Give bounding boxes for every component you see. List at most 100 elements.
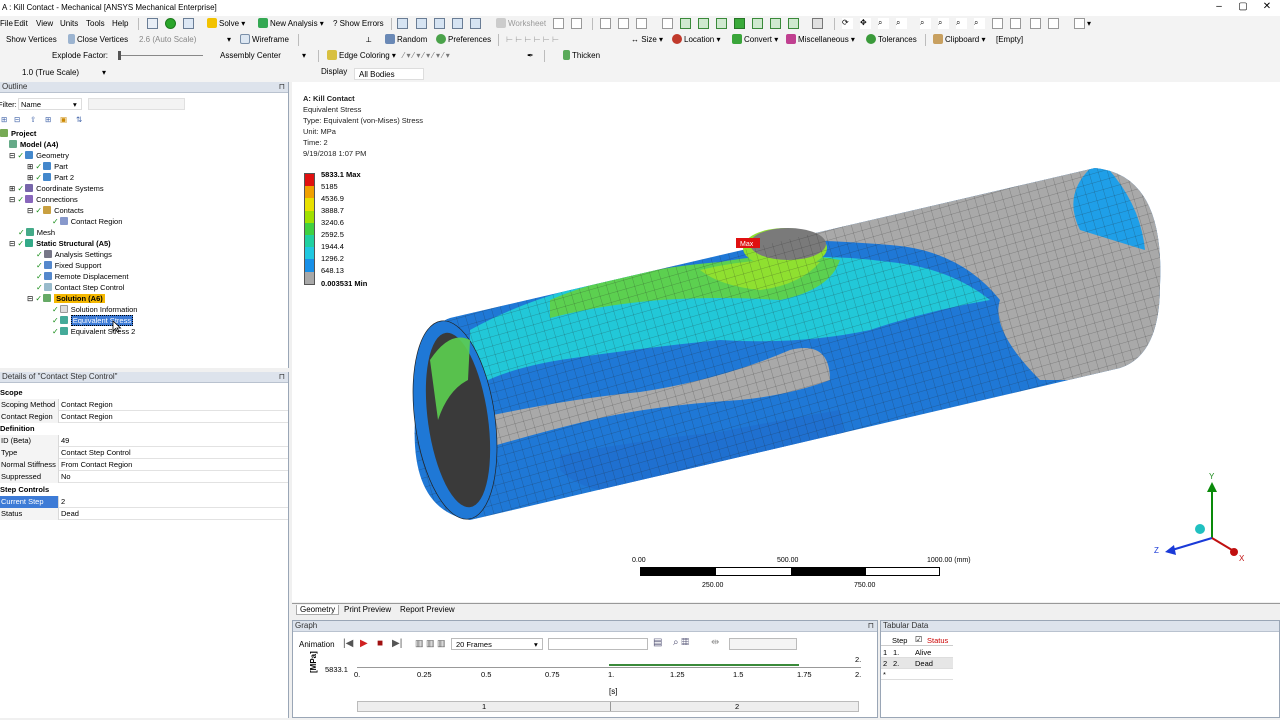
details-row-current-step[interactable]: Current Step 2 <box>0 496 288 508</box>
tree-solution[interactable]: ⊟ ✓ Solution (A6) <box>27 294 105 304</box>
clipboard-button[interactable]: Clipboard ▾ <box>933 34 986 46</box>
wireframe-button[interactable]: Wireframe <box>240 34 289 46</box>
display-mode-icon[interactable] <box>812 18 823 29</box>
menu-edit[interactable]: Edit <box>14 18 28 30</box>
tree-connections[interactable]: ⊟ ✓ Connections <box>9 195 78 205</box>
assembly-center-select[interactable]: Assembly Center <box>220 50 281 62</box>
tree-part-2[interactable]: ⊞ ✓ Part 2 <box>27 173 74 183</box>
tree-mesh[interactable]: ✓ Mesh <box>18 228 55 238</box>
image-icon[interactable] <box>470 18 481 29</box>
details-row-status[interactable]: Status Dead <box>0 508 288 520</box>
tree-equivalent-stress-2[interactable]: ✓ Equivalent Stress 2 <box>52 327 135 337</box>
tabular-row[interactable]: 2 2. Dead <box>881 658 953 669</box>
sheet-icon[interactable] <box>452 18 463 29</box>
label-icon[interactable] <box>434 18 445 29</box>
rewind-icon[interactable]: |◀ <box>343 638 353 649</box>
col-step[interactable]: Step <box>892 636 907 645</box>
rotate-icon[interactable]: ⟳ <box>842 18 853 29</box>
close-button[interactable]: ✕ <box>1256 1 1278 14</box>
random-button[interactable]: Random <box>385 34 427 46</box>
grid-icon[interactable] <box>183 18 194 29</box>
tree-project[interactable]: Project <box>0 129 36 139</box>
viewports-dropdown[interactable]: ▾ <box>1087 18 1091 30</box>
tree-coordinate-systems[interactable]: ⊞ ✓ Coordinate Systems <box>9 184 104 194</box>
edge-coloring-button[interactable]: Edge Coloring ▾ <box>327 50 396 62</box>
details-section-definition[interactable]: Definition <box>0 423 288 435</box>
connected-icon[interactable] <box>770 18 781 29</box>
location-button[interactable]: Location ▾ <box>672 34 721 46</box>
layout-icon[interactable] <box>1048 18 1059 29</box>
magnifier-icon[interactable]: ⌕ <box>956 18 967 29</box>
show-vertices-button[interactable]: Show Vertices <box>6 34 57 46</box>
thicken-button[interactable]: Thicken <box>563 50 600 62</box>
viewports-icon[interactable] <box>1074 18 1085 29</box>
menu-file[interactable]: File <box>0 18 13 30</box>
tolerances-button[interactable]: Tolerances <box>866 34 917 46</box>
tube-model[interactable]: Max <box>292 82 1280 602</box>
adjacent-icon[interactable] <box>752 18 763 29</box>
stop-icon[interactable]: ■ <box>377 638 383 649</box>
tree-model[interactable]: Model (A4) <box>9 140 58 150</box>
details-section-scope[interactable]: Scope <box>0 387 288 399</box>
explode-slider-thumb[interactable] <box>118 51 121 60</box>
axis-icon[interactable]: ⟂ <box>366 34 371 46</box>
step-bar[interactable]: 1 2 <box>357 701 859 712</box>
size-button[interactable]: ↔ Size ▾ <box>631 34 663 46</box>
vertex-select-icon[interactable] <box>618 18 629 29</box>
extend-icon[interactable] <box>698 18 709 29</box>
group-icon[interactable] <box>788 18 799 29</box>
tree-analysis-settings[interactable]: ✓ Analysis Settings <box>36 250 112 260</box>
select-mode-icon[interactable] <box>600 18 611 29</box>
zoom-graph-icon[interactable]: ⌕ ▦ <box>673 637 689 648</box>
maximize-button[interactable]: ▢ <box>1232 1 1254 14</box>
tabular-new-row[interactable]: * <box>881 669 953 680</box>
zoom-box-icon[interactable]: ⌕ <box>896 18 907 29</box>
tree-static-structural[interactable]: ⊟ ✓ Static Structural (A5) <box>9 239 111 249</box>
graph-slider-field[interactable] <box>729 638 797 650</box>
new-analysis-button[interactable]: New Analysis ▾ <box>258 18 324 30</box>
tab-report-preview[interactable]: Report Preview <box>400 605 455 614</box>
next-view-icon[interactable] <box>992 18 1003 29</box>
tab-print-preview[interactable]: Print Preview <box>344 605 391 614</box>
probe-icon[interactable] <box>416 18 427 29</box>
scale-select[interactable]: 1.0 (True Scale) <box>22 67 79 79</box>
tree-contact-step-control[interactable]: ✓ Contact Step Control <box>36 283 124 293</box>
tabular-row[interactable]: 1 1. Alive <box>881 647 953 658</box>
pointer-icon[interactable] <box>553 18 564 29</box>
details-row[interactable]: Scoping Method Contact Region <box>0 399 288 411</box>
scale-dropdown[interactable]: ▾ <box>102 67 106 79</box>
tree-contact-region[interactable]: ✓ Contact Region <box>52 217 122 227</box>
filter-select[interactable]: Name ▾ <box>18 98 82 110</box>
sort-icon[interactable]: ⇅ <box>76 115 82 125</box>
auto-scale-field[interactable]: 2.6 (Auto Scale) <box>139 34 196 46</box>
tab-geometry[interactable]: Geometry <box>296 605 340 615</box>
menu-units[interactable]: Units <box>60 18 78 30</box>
details-section-step-controls[interactable]: Step Controls <box>0 484 288 496</box>
minimize-button[interactable]: – <box>1208 1 1230 14</box>
check-icon[interactable] <box>165 18 176 29</box>
pan-icon[interactable]: ✥ <box>860 18 871 29</box>
frames-icon[interactable]: ▥ ▥ ▥ <box>415 638 446 649</box>
tree-up-icon[interactable]: ⇧ <box>30 115 36 125</box>
preferences-button[interactable]: Preferences <box>436 34 491 46</box>
export-icon[interactable]: ▤ <box>653 637 662 648</box>
menu-tools[interactable]: Tools <box>86 18 105 30</box>
zoom-fit-icon[interactable]: ⌕ <box>920 18 931 29</box>
expand-icon[interactable] <box>716 18 727 29</box>
status-checkbox-icon[interactable]: ☑ <box>915 635 922 644</box>
expand-tree-icon[interactable]: ⊞ <box>1 115 7 125</box>
frames-select[interactable]: 20 Frames ▾ <box>451 638 543 650</box>
convert-button[interactable]: Convert ▾ <box>732 34 778 46</box>
solve-button[interactable]: Solve ▾ <box>207 18 245 30</box>
auto-scale-dropdown[interactable]: ▾ <box>227 34 231 46</box>
show-errors-button[interactable]: ? Show Errors <box>333 18 384 30</box>
face-select-icon[interactable] <box>662 18 673 29</box>
display-select[interactable]: All Bodies <box>354 68 424 80</box>
tree-expand-all-icon[interactable]: ⊞ <box>45 115 51 125</box>
menu-help[interactable]: Help <box>112 18 128 30</box>
chart-icon[interactable] <box>397 18 408 29</box>
iso-view-icon[interactable] <box>1010 18 1021 29</box>
zoom-fit-selected-icon[interactable]: ⌕ <box>938 18 949 29</box>
tree-contacts[interactable]: ⊟ ✓ Contacts <box>27 206 84 216</box>
details-row[interactable]: Normal Stiffness From Contact Region <box>0 459 288 471</box>
